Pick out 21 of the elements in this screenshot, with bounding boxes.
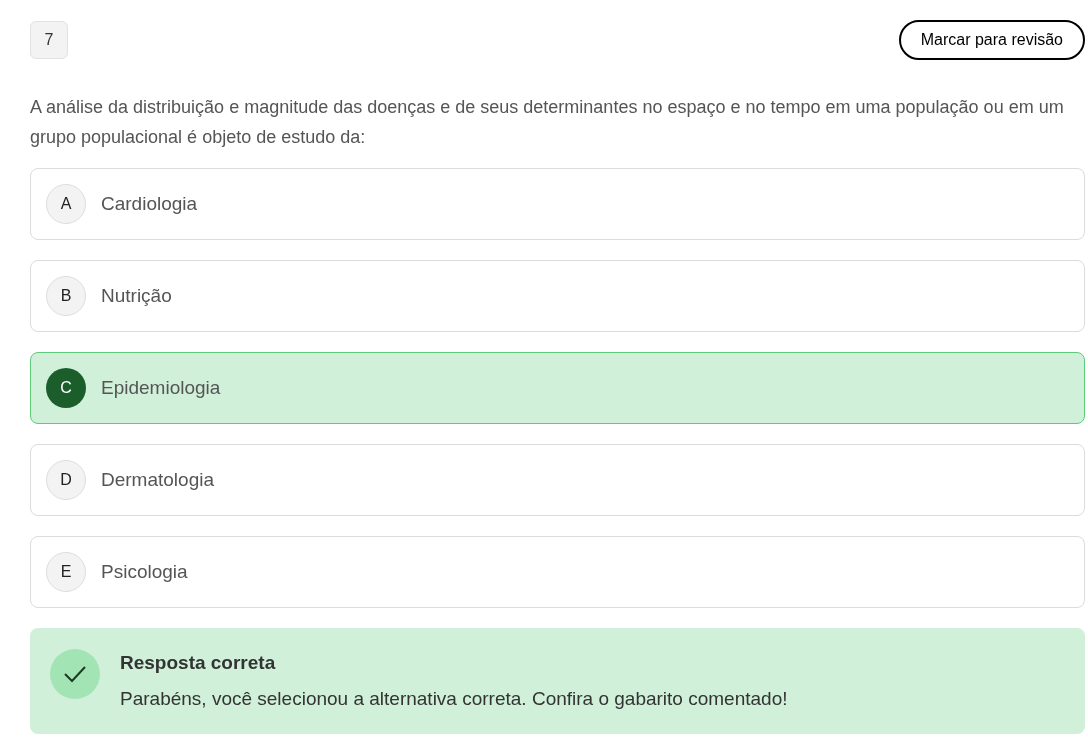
answer-option[interactable]: D Dermatologia (30, 444, 1085, 516)
feedback-message: Parabéns, você selecionou a alternativa correta. Confira o gabarito comentado! (120, 687, 788, 711)
option-text: Epidemiologia (101, 375, 221, 400)
option-letter: A (46, 184, 86, 224)
option-letter: E (46, 552, 86, 592)
answer-option[interactable]: E Psicologia (30, 536, 1085, 608)
option-text: Psicologia (101, 559, 188, 584)
option-text: Nutrição (101, 283, 172, 308)
question-number: 7 (30, 21, 68, 59)
option-text: Dermatologia (101, 467, 214, 492)
answer-option[interactable]: B Nutrição (30, 260, 1085, 332)
answer-option[interactable]: C Epidemiologia (30, 352, 1085, 424)
feedback-title: Resposta correta (120, 651, 277, 675)
option-text: Cardiologia (101, 191, 198, 216)
option-letter: B (46, 276, 86, 316)
review-button[interactable]: Marcar para revisão (898, 20, 1085, 60)
option-letter: C (46, 368, 86, 408)
question-text: A análise da distribuição e magnitude das doenças e de seus determinantes no espaço e no tempo em uma população ou em um grupo populacional é objeto de estudo da: (30, 96, 1065, 149)
check-icon (50, 649, 100, 699)
answer-option[interactable]: A Cardiologia (30, 168, 1085, 240)
option-letter: D (46, 460, 86, 500)
